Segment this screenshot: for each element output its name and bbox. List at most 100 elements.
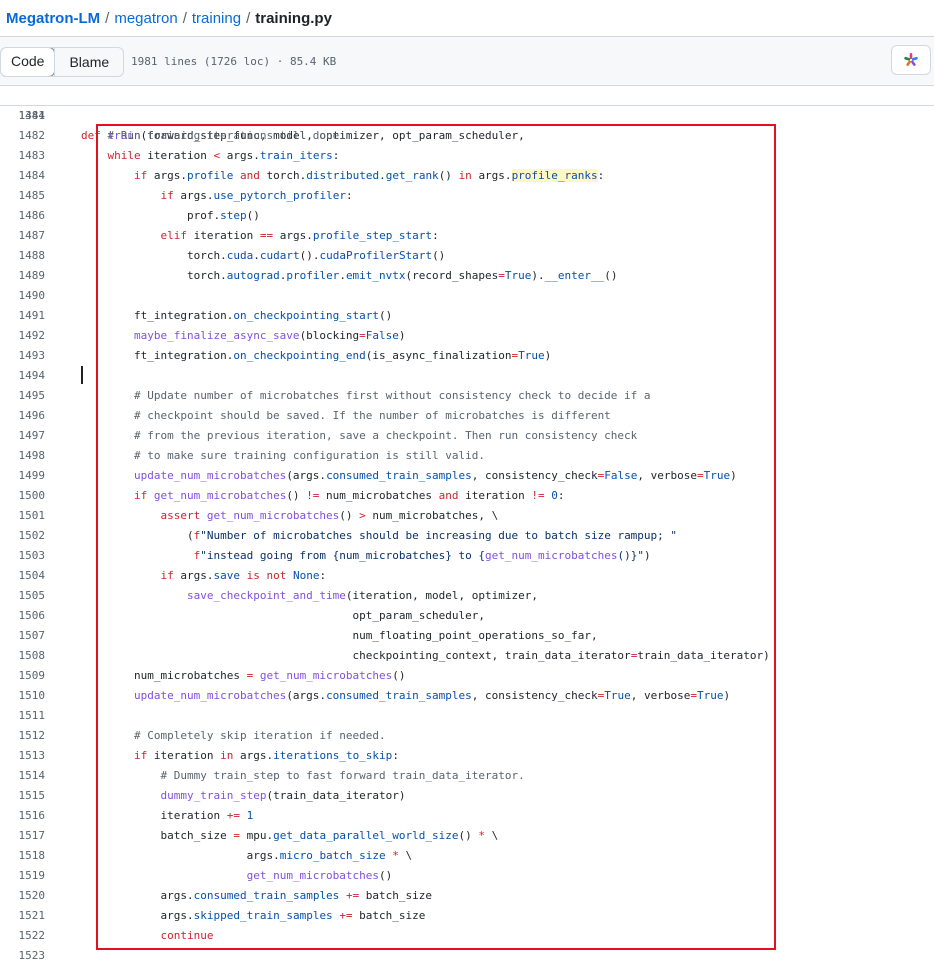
line-number[interactable]: 1506 <box>0 606 46 626</box>
copilot-button[interactable] <box>891 45 931 75</box>
line-number[interactable]: 1495 <box>0 386 46 406</box>
code-line[interactable]: 1515 dummy_train_step(train_data_iterato… <box>0 786 934 806</box>
line-number[interactable]: 1498 <box>0 446 46 466</box>
line-number[interactable]: 1499 <box>0 466 46 486</box>
line-number[interactable]: 1518 <box>0 846 46 866</box>
code-token: torch. <box>266 169 307 182</box>
code-line[interactable]: 1497 # from the previous iteration, save… <box>0 426 934 446</box>
line-number[interactable]: 1486 <box>0 206 46 226</box>
code-line[interactable]: 1522 continue <box>0 926 934 946</box>
line-number[interactable]: 1520 <box>0 886 46 906</box>
code-token: in <box>220 749 240 762</box>
code-line[interactable]: 1518 args.micro_batch_size * \ <box>0 846 934 866</box>
code-line[interactable]: 1503 f"instead going from {num_microbatc… <box>0 546 934 566</box>
code-line[interactable]: 1485 if args.use_pytorch_profiler: <box>0 186 934 206</box>
code-line[interactable]: 1508 checkpointing_context, train_data_i… <box>0 646 934 666</box>
breadcrumb-dir-megatron-link[interactable]: megatron <box>114 10 177 27</box>
line-number[interactable]: 1516 <box>0 806 46 826</box>
code-line[interactable]: 1499 update_num_microbatches(args.consum… <box>0 466 934 486</box>
code-line[interactable]: 1495 # Update number of microbatches fir… <box>0 386 934 406</box>
line-number[interactable]: 1503 <box>0 546 46 566</box>
code-token: iteration <box>465 489 532 502</box>
line-number[interactable]: 1487 <box>0 226 46 246</box>
line-number[interactable]: 1492 <box>0 326 46 346</box>
code-view[interactable]: 1344 def train(forward_step_func, model,… <box>0 86 934 966</box>
line-number[interactable]: 1485 <box>0 186 46 206</box>
line-number[interactable]: 1512 <box>0 726 46 746</box>
code-line[interactable]: 1492 maybe_finalize_async_save(blocking=… <box>0 326 934 346</box>
line-number[interactable]: 1508 <box>0 646 46 666</box>
code-line[interactable]: 1488 torch.cuda.cudart().cudaProfilerSta… <box>0 246 934 266</box>
code-line[interactable]: 1513 if iteration in args.iterations_to_… <box>0 746 934 766</box>
code-line[interactable]: 1493 ft_integration.on_checkpointing_end… <box>0 346 934 366</box>
blame-tab[interactable]: Blame <box>54 48 123 76</box>
code-line[interactable]: 1486 prof.step() <box>0 206 934 226</box>
line-number[interactable]: 1481 <box>0 106 46 126</box>
code-line[interactable]: 1484 if args.profile and torch.distribut… <box>0 166 934 186</box>
line-number[interactable]: 1504 <box>0 566 46 586</box>
line-number[interactable]: 1484 <box>0 166 46 186</box>
line-number[interactable]: 1489 <box>0 266 46 286</box>
code-line[interactable]: 1496 # checkpoint should be saved. If th… <box>0 406 934 426</box>
line-number[interactable]: 1496 <box>0 406 46 426</box>
code-line[interactable]: 1505 save_checkpoint_and_time(iteration,… <box>0 586 934 606</box>
code-line[interactable]: 1500 if get_num_microbatches() != num_mi… <box>0 486 934 506</box>
code-line[interactable]: 1510 update_num_microbatches(args.consum… <box>0 686 934 706</box>
code-line[interactable]: 1482 # Run training iterations till done… <box>0 126 934 146</box>
code-line[interactable]: 1507 num_floating_point_operations_so_fa… <box>0 626 934 646</box>
line-number[interactable]: 1490 <box>0 286 46 306</box>
code-line[interactable]: 1487 elif iteration == args.profile_step… <box>0 226 934 246</box>
code-line[interactable]: 1498 # to make sure training configurati… <box>0 446 934 466</box>
line-number[interactable]: 1482 <box>0 126 46 146</box>
line-number[interactable]: 1505 <box>0 586 46 606</box>
line-number[interactable]: 1509 <box>0 666 46 686</box>
line-number[interactable]: 1511 <box>0 706 46 726</box>
code-line[interactable]: 1481 <box>0 106 934 126</box>
line-number[interactable]: 1494 <box>0 366 46 386</box>
code-line[interactable]: 1491 ft_integration.on_checkpointing_sta… <box>0 306 934 326</box>
line-number[interactable]: 1500 <box>0 486 46 506</box>
code-line[interactable]: 1504 if args.save is not None: <box>0 566 934 586</box>
line-number[interactable]: 1502 <box>0 526 46 546</box>
line-number[interactable]: 1522 <box>0 926 46 946</box>
code-line[interactable]: 1506 opt_param_scheduler, <box>0 606 934 626</box>
line-number[interactable]: 1510 <box>0 686 46 706</box>
code-line[interactable]: 1490 <box>0 286 934 306</box>
line-number[interactable]: 1483 <box>0 146 46 166</box>
code-line[interactable]: 1509 num_microbatches = get_num_microbat… <box>0 666 934 686</box>
code-line[interactable]: 1514 # Dummy train_step to fast forward … <box>0 766 934 786</box>
line-number[interactable]: 1523 <box>0 946 46 966</box>
breadcrumb-repo-link[interactable]: Megatron-LM <box>6 10 100 27</box>
code-line[interactable]: 1489 torch.autograd.profiler.emit_nvtx(r… <box>0 266 934 286</box>
code-line[interactable]: 1517 batch_size = mpu.get_data_parallel_… <box>0 826 934 846</box>
line-number[interactable]: 1513 <box>0 746 46 766</box>
code-line[interactable]: 1512 # Completely skip iteration if need… <box>0 726 934 746</box>
line-number[interactable]: 1517 <box>0 826 46 846</box>
code-token: consumed_train_samples <box>326 689 472 702</box>
line-number[interactable]: 1491 <box>0 306 46 326</box>
sticky-function-header[interactable]: 1344 def train(forward_step_func, model,… <box>0 86 934 142</box>
code-line[interactable]: 1502 (f"Number of microbatches should be… <box>0 526 934 546</box>
line-number[interactable]: 1493 <box>0 346 46 366</box>
code-line[interactable]: 1483 while iteration < args.train_iters: <box>0 146 934 166</box>
code-line[interactable]: 1516 iteration += 1 <box>0 806 934 826</box>
code-line[interactable]: 1521 args.skipped_train_samples += batch… <box>0 906 934 926</box>
line-number[interactable]: 1507 <box>0 626 46 646</box>
code-token: use_pytorch_profiler <box>213 189 346 202</box>
code-line[interactable]: 1501 assert get_num_microbatches() > num… <box>0 506 934 526</box>
breadcrumb-dir-training-link[interactable]: training <box>192 10 241 27</box>
code-token: profiler <box>286 269 340 282</box>
line-number[interactable]: 1519 <box>0 866 46 886</box>
line-number[interactable]: 1501 <box>0 506 46 526</box>
code-tab[interactable]: Code <box>1 48 56 76</box>
code-line[interactable]: 1523 <box>0 946 934 966</box>
line-number[interactable]: 1497 <box>0 426 46 446</box>
line-number[interactable]: 1514 <box>0 766 46 786</box>
code-line[interactable]: 1494 <box>0 366 934 386</box>
code-line[interactable]: 1520 args.consumed_train_samples += batc… <box>0 886 934 906</box>
code-line[interactable]: 1519 get_num_microbatches() <box>0 866 934 886</box>
line-number[interactable]: 1521 <box>0 906 46 926</box>
line-number[interactable]: 1515 <box>0 786 46 806</box>
code-line[interactable]: 1511 <box>0 706 934 726</box>
line-number[interactable]: 1488 <box>0 246 46 266</box>
